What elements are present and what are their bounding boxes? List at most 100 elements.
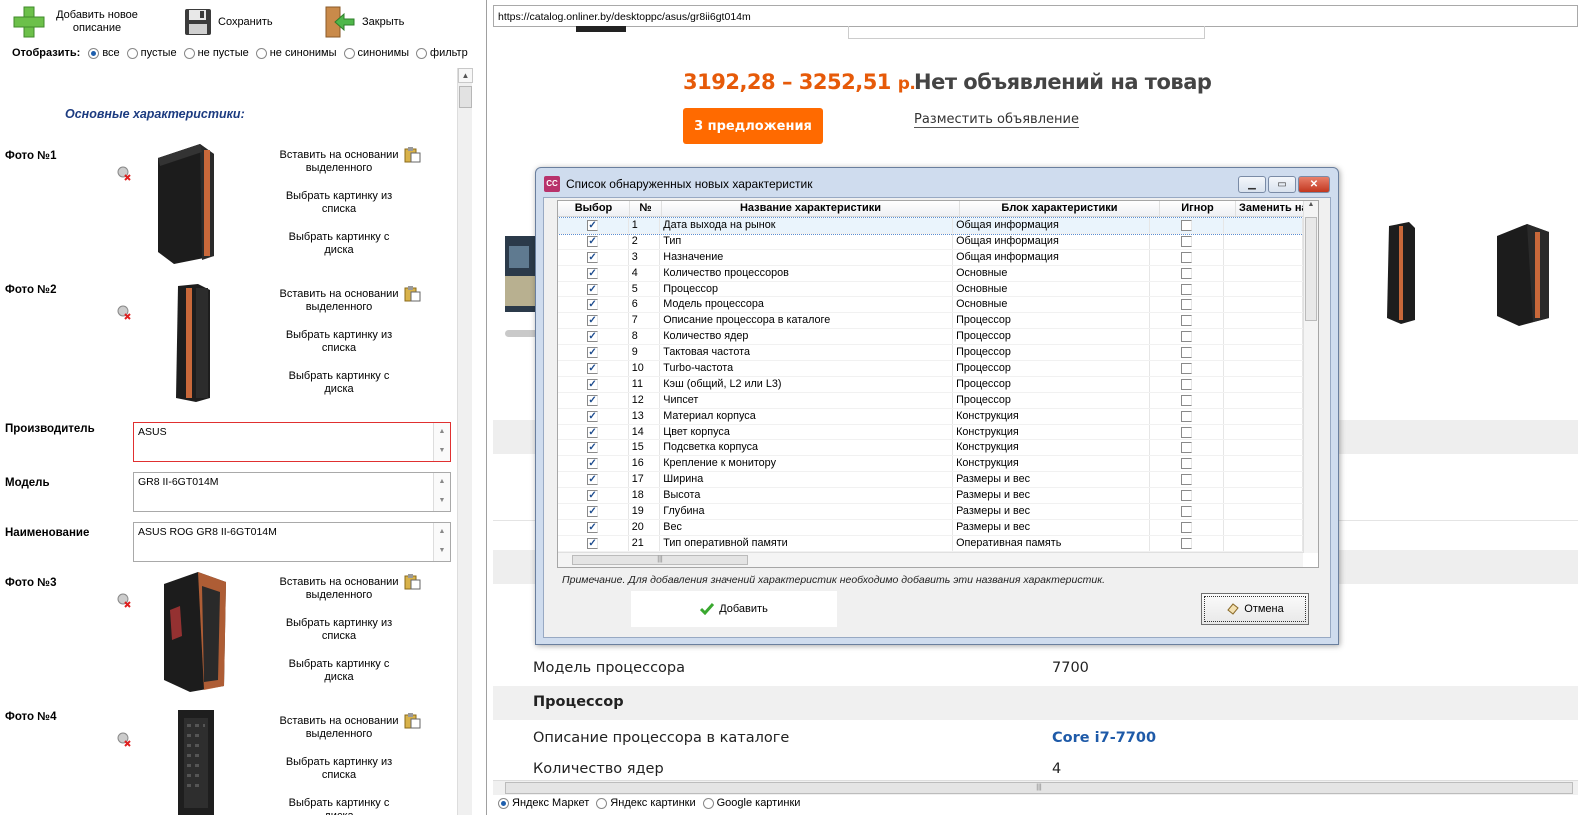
save-button[interactable]: Сохранить [184, 4, 273, 40]
scroll-up-arrow-icon[interactable]: ▲ [1304, 201, 1318, 208]
block-cell[interactable]: Процессор [953, 392, 1150, 408]
select-checkbox[interactable] [587, 331, 599, 343]
ignore-checkbox[interactable] [1181, 506, 1192, 518]
grid-row[interactable]: 14Цвет корпусаКонструкция [558, 424, 1304, 441]
block-cell[interactable]: Размеры и вес [953, 519, 1150, 535]
browser-horizontal-scrollbar[interactable]: ||| [493, 780, 1578, 795]
name-cell[interactable]: Кэш (общий, L2 или L3) [660, 376, 954, 392]
pick-from-list-link[interactable]: Выбрать картинку из списка [276, 190, 402, 216]
delete-photo-icon[interactable] [116, 304, 132, 320]
paste-from-selected-link[interactable]: Вставить на основании выделенного [276, 149, 402, 175]
select-checkbox[interactable] [587, 235, 599, 247]
delete-photo-icon[interactable] [116, 165, 132, 181]
select-checkbox[interactable] [587, 537, 599, 549]
grid-row[interactable]: 6Модель процессораОсновные [558, 297, 1304, 314]
replace-cell[interactable] [1224, 488, 1304, 504]
ignore-checkbox[interactable] [1181, 220, 1192, 231]
pick-from-list-link[interactable]: Выбрать картинку из списка [276, 756, 402, 782]
ignore-checkbox[interactable] [1181, 315, 1192, 327]
block-cell[interactable]: Конструкция [953, 424, 1150, 440]
name-cell[interactable]: Тип оперативной памяти [660, 535, 954, 551]
grid-row[interactable]: 17ШиринаРазмеры и вес [558, 472, 1304, 489]
scroll-up-arrow-icon[interactable]: ▲ [434, 473, 450, 492]
ignore-checkbox[interactable] [1181, 490, 1192, 502]
replace-cell[interactable] [1224, 456, 1304, 472]
name-cell[interactable]: Количество ядер [660, 329, 954, 345]
paste-clipboard-icon[interactable] [404, 574, 421, 590]
paste-from-selected-link[interactable]: Вставить на основании выделенного [276, 576, 402, 602]
name-cell[interactable]: Высота [660, 488, 954, 504]
gallery-video-thumbnail[interactable] [505, 236, 539, 312]
replace-cell[interactable] [1224, 281, 1304, 297]
filter-option-filter[interactable]: фильтр [416, 47, 468, 59]
name-cell[interactable]: Тактовая частота [660, 345, 954, 361]
pick-from-list-link[interactable]: Выбрать картинку из списка [276, 329, 402, 355]
name-cell[interactable]: Turbo-частота [660, 361, 954, 376]
gallery-thumbnail-angle[interactable] [1493, 222, 1553, 326]
ignore-checkbox[interactable] [1181, 426, 1192, 438]
replace-cell[interactable] [1224, 535, 1304, 551]
delete-photo-icon[interactable] [116, 731, 132, 747]
grid-row[interactable]: 9Тактовая частотаПроцессор [558, 345, 1304, 362]
block-cell[interactable]: Основные [953, 297, 1150, 313]
ignore-checkbox[interactable] [1181, 363, 1192, 375]
replace-cell[interactable] [1224, 361, 1304, 376]
block-cell[interactable]: Процессор [953, 313, 1150, 329]
pick-from-disk-link[interactable]: Выбрать картинку с диска [276, 231, 402, 257]
scroll-up-arrow-icon[interactable]: ▲ [434, 523, 450, 542]
replace-cell[interactable] [1224, 329, 1304, 345]
address-bar[interactable]: https://catalog.onliner.by/desktoppc/asu… [493, 5, 1578, 27]
block-cell[interactable]: Конструкция [953, 456, 1150, 472]
source-google-images[interactable]: Google картинки [702, 797, 800, 809]
replace-cell[interactable] [1224, 408, 1304, 424]
filter-option-all[interactable]: все [88, 47, 120, 59]
grid-row[interactable]: 8Количество ядерПроцессор [558, 329, 1304, 346]
block-cell[interactable]: Общая информация [953, 249, 1150, 265]
select-checkbox[interactable] [587, 315, 599, 327]
replace-cell[interactable] [1224, 519, 1304, 535]
manufacturer-field[interactable]: ASUS ▲ ▼ [133, 422, 451, 462]
post-ad-link[interactable]: Разместить объявление [914, 112, 1079, 128]
paste-clipboard-icon[interactable] [404, 286, 421, 302]
select-checkbox[interactable] [587, 378, 599, 390]
paste-from-selected-link[interactable]: Вставить на основании выделенного [276, 715, 402, 741]
minimize-icon[interactable]: ▁ [1238, 176, 1266, 193]
source-yandex-images[interactable]: Яндекс картинки [596, 797, 696, 809]
close-button[interactable]: Закрыть [322, 4, 404, 40]
scroll-up-arrow-icon[interactable]: ▲ [434, 423, 450, 442]
scroll-down-arrow-icon[interactable]: ▼ [434, 542, 450, 561]
maximize-icon[interactable]: ▭ [1268, 176, 1296, 193]
grid-row[interactable]: 20ВесРазмеры и вес [558, 519, 1304, 536]
select-checkbox[interactable] [587, 251, 599, 263]
filter-option-not-empty[interactable]: не пустые [183, 47, 249, 59]
select-checkbox[interactable] [587, 410, 599, 422]
field-scrollbar[interactable]: ▲ ▼ [433, 473, 450, 511]
block-cell[interactable]: Процессор [953, 376, 1150, 392]
name-cell[interactable]: Назначение [660, 249, 954, 265]
replace-cell[interactable] [1224, 345, 1304, 361]
block-cell[interactable]: Размеры и вес [953, 504, 1150, 519]
name-cell[interactable]: Чипсет [660, 392, 954, 408]
column-ignore[interactable]: Игнор [1160, 201, 1236, 216]
replace-cell[interactable] [1224, 424, 1304, 440]
name-cell[interactable]: Подсветка корпуса [660, 440, 954, 456]
name-cell[interactable]: Ширина [660, 472, 954, 488]
add-description-button[interactable]: Добавить новое описание [12, 4, 142, 40]
name-cell[interactable]: Тип [660, 233, 954, 249]
pick-from-list-link[interactable]: Выбрать картинку из списка [276, 617, 402, 643]
filter-option-synonyms[interactable]: синонимы [343, 47, 409, 59]
select-checkbox[interactable] [587, 506, 599, 518]
name-cell[interactable]: Цвет корпуса [660, 424, 954, 440]
ignore-checkbox[interactable] [1181, 410, 1192, 422]
block-cell[interactable]: Основные [953, 265, 1150, 281]
site-search-box[interactable] [848, 26, 1205, 39]
grid-row[interactable]: 1Дата выхода на рынокОбщая информация [558, 217, 1304, 235]
grid-row[interactable]: 7Описание процессора в каталогеПроцессор [558, 313, 1304, 330]
spec-value-link[interactable]: Core i7-7700 [1052, 730, 1156, 746]
block-cell[interactable]: Общая информация [953, 233, 1150, 249]
scroll-thumb[interactable] [1305, 217, 1317, 321]
select-checkbox[interactable] [587, 267, 599, 279]
column-select[interactable]: Выбор [558, 201, 630, 216]
ignore-checkbox[interactable] [1181, 235, 1192, 247]
name-field[interactable]: ASUS ROG GR8 II-6GT014M ▲ ▼ [133, 522, 451, 562]
